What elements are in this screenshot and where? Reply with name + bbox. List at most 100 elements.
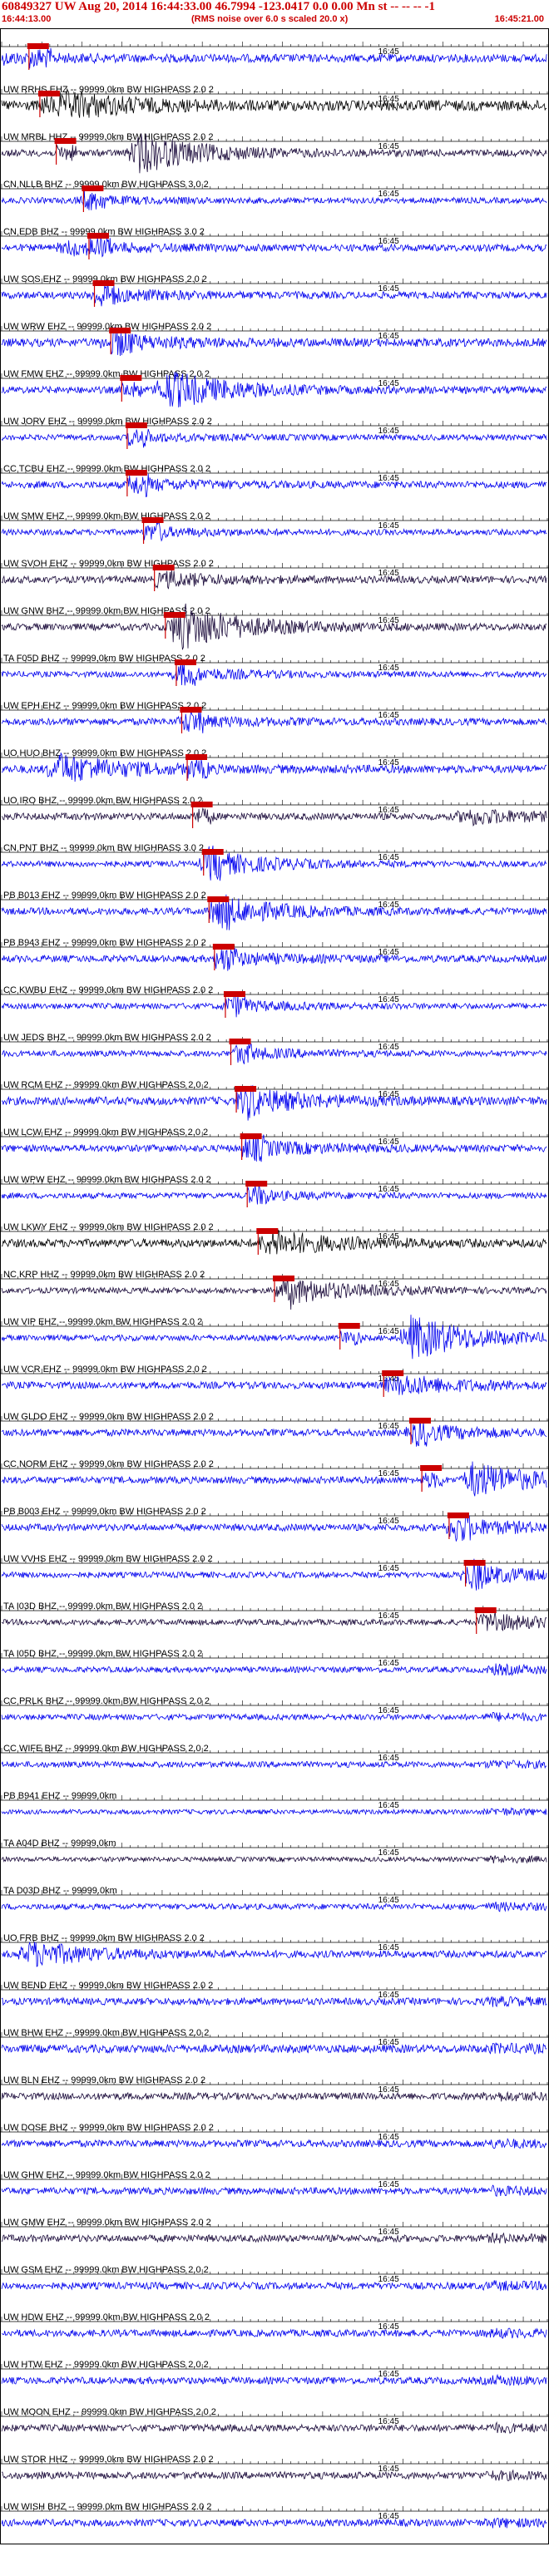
trace-label: UW GHW EHZ -- 99999.0km BW HIGHPASS 2.0 … xyxy=(3,2170,210,2180)
trace-label: CC PRLK BHZ -- 99999.0km BW HIGHPASS 2.0… xyxy=(3,1696,210,1706)
trace-label: UW BHW EHZ -- 99999.0km BW HIGHPASS 2.0 … xyxy=(3,2028,209,2038)
trace-label: UW STOR HHZ -- 99999.0km BW HIGHPASS 2.0… xyxy=(3,2455,214,2465)
trace-label: TA I03D BHZ -- 99999.0km BW HIGHPASS 2.0… xyxy=(3,1601,202,1611)
minute-tick-label: 16:45 xyxy=(378,190,399,199)
minute-tick-label: 16:45 xyxy=(378,1706,399,1715)
pick-marker[interactable] xyxy=(141,517,164,523)
pick-marker[interactable] xyxy=(240,1133,262,1139)
pick-marker[interactable] xyxy=(382,1370,404,1376)
waveform xyxy=(1,570,547,590)
pick-marker[interactable] xyxy=(190,802,213,807)
trace-label: UW WPW EHZ -- 99999.0km BW HIGHPASS 2.0 … xyxy=(3,1175,211,1185)
trace-label: UW RCM EHZ -- 99999.0km BW HIGHPASS 2.0 … xyxy=(3,1080,209,1090)
waveform xyxy=(1,282,547,307)
pick-marker[interactable] xyxy=(338,1323,360,1329)
trace-row: 16:45 UW GMW EHZ -- 99999.0km BW HIGHPASS… xyxy=(0,2218,549,2244)
minute-tick-label: 16:45 xyxy=(378,711,399,720)
waveform xyxy=(1,2042,547,2055)
trace-label: PB B013 EHZ -- 99999.0km BW HIGHPASS 2.0… xyxy=(3,891,206,901)
trace-label: PB B941 EHZ -- 99999.0km xyxy=(3,1791,116,1801)
pick-marker[interactable] xyxy=(120,375,142,381)
minute-tick-label: 16:45 xyxy=(378,1327,399,1336)
waveform xyxy=(1,2280,547,2292)
pick-marker[interactable] xyxy=(256,1228,279,1234)
waveform xyxy=(1,1418,547,1447)
waveform xyxy=(1,1184,547,1205)
minute-tick-label: 16:45 xyxy=(378,2370,399,2379)
event-title: 60849327 UW Aug 20, 2014 16:44:33.00 46.… xyxy=(2,0,435,13)
minute-tick-label: 16:45 xyxy=(378,1611,399,1621)
pick-marker[interactable] xyxy=(174,659,196,665)
waveform xyxy=(1,662,547,686)
waveform xyxy=(1,47,547,69)
trace-label: UW GSM EHZ -- 99999.0km BW HIGHPASS 2.0 … xyxy=(3,2265,209,2275)
pick-marker[interactable] xyxy=(87,233,109,239)
trace-row: 16:45 UW BEND EHZ -- 99999.0km BW HIGHPAS… xyxy=(0,1981,549,2008)
pick-marker[interactable] xyxy=(180,707,202,713)
pick-marker[interactable] xyxy=(185,754,208,760)
minute-tick-label: 16:45 xyxy=(378,1280,399,1289)
pick-marker[interactable] xyxy=(152,565,175,570)
pick-marker[interactable] xyxy=(235,1086,257,1092)
trace-row: 16:45 UW FMW EHZ -- 99999.0km BW HIGHPASS… xyxy=(0,369,549,407)
minute-tick-label: 16:45 xyxy=(378,2322,399,2332)
waveform xyxy=(1,1513,547,1542)
pick-marker[interactable] xyxy=(37,91,60,96)
waveform xyxy=(1,1084,547,1121)
waveform xyxy=(1,1611,547,1631)
trace-row: 16:45 TA I05D BHZ -- 99999.0km BW HIGHPAS… xyxy=(0,1649,549,1676)
pick-marker[interactable] xyxy=(201,849,224,855)
pick-marker[interactable] xyxy=(245,1181,268,1187)
pick-marker[interactable] xyxy=(229,1039,251,1044)
pick-marker[interactable] xyxy=(223,991,245,997)
pick-marker[interactable] xyxy=(273,1276,294,1281)
pick-marker[interactable] xyxy=(54,138,77,144)
trace-label: UW GLDO EHZ -- 99999.0km BW HIGHPASS 2.0… xyxy=(3,1412,214,1422)
trace-label: CC TCBU EHZ -- 99999.0km BW HIGHPASS 2.0… xyxy=(3,464,210,474)
trace-row: 16:45UW SVOH EHZ -- 99999.0km BW HIGHPAS… xyxy=(0,559,549,591)
trace-row: 16:45CN EDB BHZ -- 99999.0km BW HIGHPASS… xyxy=(0,227,549,259)
waveform xyxy=(1,2469,547,2481)
minute-tick-label: 16:45 xyxy=(378,1801,399,1810)
trace-row: 16:45 CC KWBU EHZ -- 99999.0km BW HIGHPAS… xyxy=(0,985,549,1018)
trace-row: 16:45CN PNT BHZ -- 99999.0km BW HIGHPASS… xyxy=(0,843,549,881)
pick-marker[interactable] xyxy=(109,328,131,333)
waveform xyxy=(1,1942,547,1967)
pick-marker[interactable] xyxy=(27,43,49,49)
trace-label: UW VCR EHZ -- 99999.0km BW HIGHPASS 2.0 … xyxy=(3,1364,207,1374)
waveform xyxy=(1,807,547,827)
trace-label: UW FMW EHZ -- 99999.0km BW HIGHPASS 2.0 … xyxy=(3,369,210,379)
pick-marker[interactable] xyxy=(212,944,235,950)
trace-label: TA D03D BHZ -- 99999.0km xyxy=(3,1886,117,1896)
pick-marker[interactable] xyxy=(447,1513,469,1518)
trace-label: UW LCW EHZ -- 99999.0km BW HIGHPASS 2.0 … xyxy=(3,1128,208,1137)
pick-marker[interactable] xyxy=(474,1607,497,1613)
waveform xyxy=(1,521,547,542)
trace-label: UW JEDS BHZ -- 99999.0km BW HIGHPASS 2.0… xyxy=(3,1033,211,1043)
pick-marker[interactable] xyxy=(125,470,147,476)
trace-row: 16:45 UW MRBL HHZ -- 99999.0km BW HIGHPAS… xyxy=(0,132,549,174)
pick-marker[interactable] xyxy=(125,422,147,428)
trace-label: UW HTW EHZ -- 99999.0km BW HIGHPASS 2.0 … xyxy=(3,2360,209,2370)
waveform xyxy=(1,1375,547,1395)
trace-label: TA A04D BHZ -- 99999.0km xyxy=(3,1838,116,1848)
trace-label: CC NORM EHZ -- 99999.0km BW HIGHPASS 2.0… xyxy=(3,1459,214,1469)
pick-marker[interactable] xyxy=(420,1465,443,1471)
trace-row: 16:45 UW HTW EHZ -- 99999.0km BW HIGHPASS… xyxy=(0,2360,549,2386)
trace-row: 16:45UW GLDO EHZ -- 99999.0km BW HIGHPAS… xyxy=(0,1412,549,1447)
waveform xyxy=(1,1996,547,2008)
minute-tick-label: 16:45 xyxy=(378,995,399,1004)
pick-marker[interactable] xyxy=(92,280,115,286)
trace-label: UW VVHS EHZ -- 99999.0km BW HIGHPASS 2.0… xyxy=(3,1554,213,1564)
trace-label: UW LKWY EHZ -- 99999.0km BW HIGHPASS 2.0… xyxy=(3,1222,214,1232)
trace-row: 16:45UW VCR EHZ -- 99999.0km BW HIGHPASS… xyxy=(0,1364,549,1397)
minute-tick-label: 16:45 xyxy=(378,1943,399,1952)
start-time-label: 16:44:13.00 xyxy=(2,14,52,24)
pick-marker[interactable] xyxy=(82,185,104,191)
pick-marker[interactable] xyxy=(163,612,185,618)
minute-tick-label: 16:45 xyxy=(378,758,399,767)
pick-marker[interactable] xyxy=(409,1418,431,1424)
pick-marker[interactable] xyxy=(207,896,230,902)
minute-tick-label: 16:45 xyxy=(378,2085,399,2095)
pick-marker[interactable] xyxy=(463,1560,486,1566)
